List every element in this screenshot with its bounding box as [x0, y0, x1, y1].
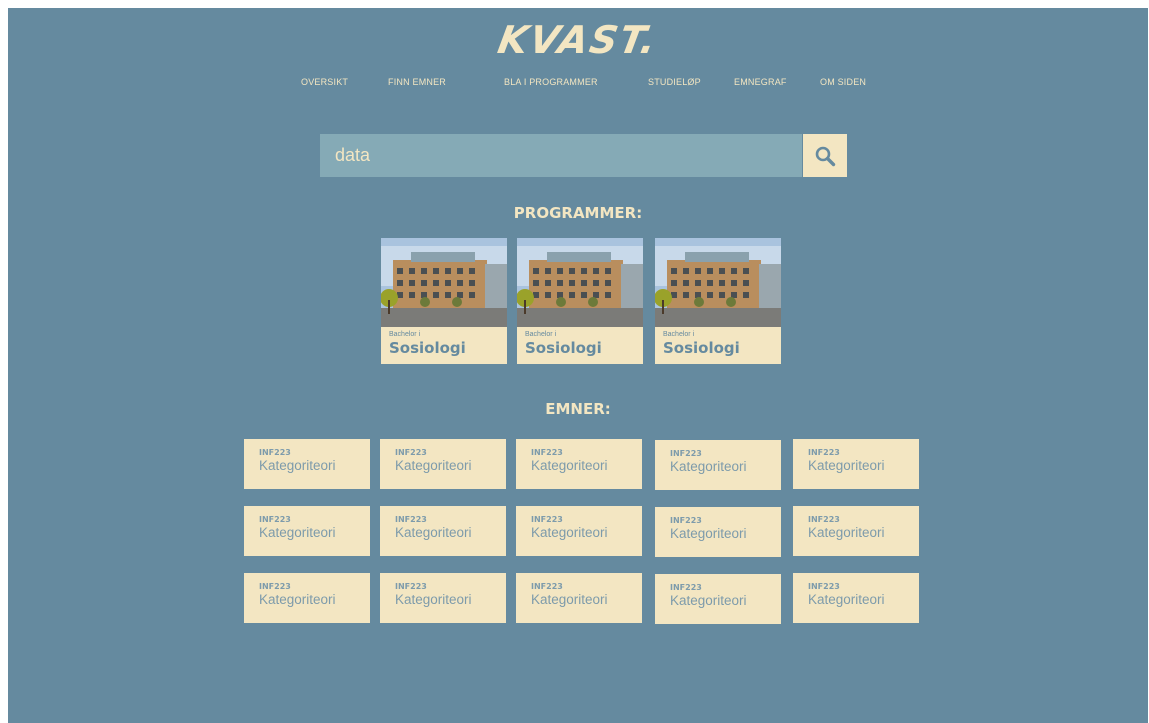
course-code: INF223 [670, 516, 702, 525]
course-code: INF223 [395, 515, 427, 524]
main-nav: OVERSIKT FINN EMNER BLA I PROGRAMMER STU… [8, 77, 1148, 91]
course-code: INF223 [531, 448, 563, 457]
course-card[interactable]: INF223 Kategoriteori [516, 506, 642, 556]
page: KVAST. OVERSIKT FINN EMNER BLA I PROGRAM… [8, 8, 1148, 723]
course-code: INF223 [808, 448, 840, 457]
program-image [381, 238, 507, 327]
course-name: Kategoriteori [395, 592, 472, 607]
program-degree: Bachelor i [525, 331, 557, 338]
course-code: INF223 [670, 583, 702, 592]
search-button[interactable] [803, 134, 847, 177]
course-name: Kategoriteori [808, 525, 885, 540]
course-card[interactable]: INF223 Kategoriteori [793, 439, 919, 489]
course-code: INF223 [259, 515, 291, 524]
course-name: Kategoriteori [531, 458, 608, 473]
program-name: Sosiologi [663, 339, 740, 357]
program-image [517, 238, 643, 327]
course-name: Kategoriteori [395, 525, 472, 540]
course-card[interactable]: INF223 Kategoriteori [244, 506, 370, 556]
course-code: INF223 [395, 448, 427, 457]
course-name: Kategoriteori [808, 592, 885, 607]
program-card[interactable]: Bachelor i Sosiologi [655, 238, 781, 364]
course-code: INF223 [259, 582, 291, 591]
program-card[interactable]: Bachelor i Sosiologi [517, 238, 643, 364]
course-name: Kategoriteori [395, 458, 472, 473]
program-image [655, 238, 781, 327]
course-name: Kategoriteori [531, 592, 608, 607]
site-logo[interactable]: KVAST. [4, 18, 1149, 62]
course-name: Kategoriteori [670, 459, 747, 474]
course-code: INF223 [670, 449, 702, 458]
program-name: Sosiologi [525, 339, 602, 357]
course-name: Kategoriteori [670, 593, 747, 608]
course-card[interactable]: INF223 Kategoriteori [655, 574, 781, 624]
nav-item-om-siden[interactable]: OM SIDEN [820, 77, 866, 87]
course-name: Kategoriteori [259, 525, 336, 540]
course-card[interactable]: INF223 Kategoriteori [244, 439, 370, 489]
course-card[interactable]: INF223 Kategoriteori [655, 507, 781, 557]
nav-item-studielop[interactable]: STUDIELØP [648, 77, 701, 87]
course-name: Kategoriteori [259, 592, 336, 607]
course-card[interactable]: INF223 Kategoriteori [793, 506, 919, 556]
course-card[interactable]: INF223 Kategoriteori [380, 573, 506, 623]
course-card[interactable]: INF223 Kategoriteori [516, 573, 642, 623]
course-card[interactable]: INF223 Kategoriteori [380, 439, 506, 489]
course-code: INF223 [808, 515, 840, 524]
course-card[interactable]: INF223 Kategoriteori [516, 439, 642, 489]
course-name: Kategoriteori [531, 525, 608, 540]
search-icon [815, 146, 836, 166]
course-name: Kategoriteori [808, 458, 885, 473]
program-name: Sosiologi [389, 339, 466, 357]
nav-item-emnegraf[interactable]: EMNEGRAF [734, 77, 787, 87]
course-code: INF223 [808, 582, 840, 591]
program-degree: Bachelor i [389, 331, 421, 338]
course-name: Kategoriteori [670, 526, 747, 541]
programs-heading: PROGRAMMER: [513, 204, 643, 222]
search-input[interactable]: data [320, 134, 802, 177]
course-code: INF223 [531, 515, 563, 524]
program-card[interactable]: Bachelor i Sosiologi [381, 238, 507, 364]
courses-heading: EMNER: [545, 400, 611, 418]
course-card[interactable]: INF223 Kategoriteori [244, 573, 370, 623]
nav-item-oversikt[interactable]: OVERSIKT [301, 77, 348, 87]
course-code: INF223 [531, 582, 563, 591]
course-code: INF223 [259, 448, 291, 457]
nav-item-bla-i-programmer[interactable]: BLA I PROGRAMMER [504, 77, 598, 87]
program-degree: Bachelor i [663, 331, 695, 338]
nav-item-finn-emner[interactable]: FINN EMNER [388, 77, 446, 87]
course-card[interactable]: INF223 Kategoriteori [793, 573, 919, 623]
course-code: INF223 [395, 582, 427, 591]
course-name: Kategoriteori [259, 458, 336, 473]
course-card[interactable]: INF223 Kategoriteori [380, 506, 506, 556]
course-card[interactable]: INF223 Kategoriteori [655, 440, 781, 490]
